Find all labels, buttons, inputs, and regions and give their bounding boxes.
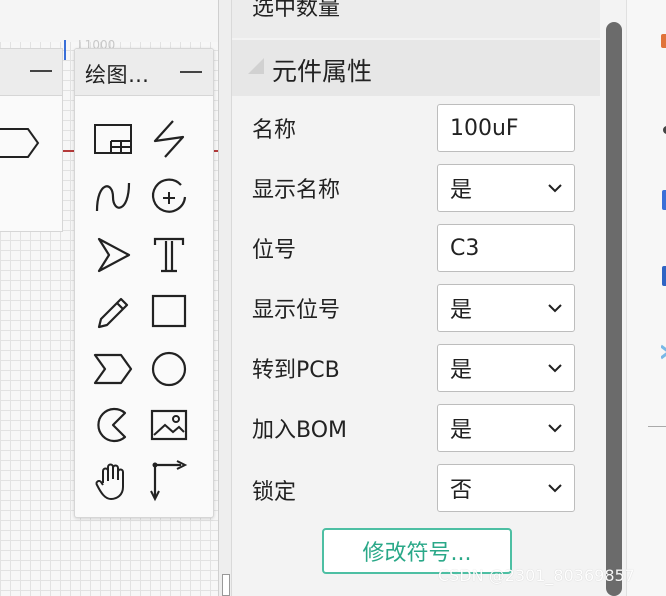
show-name-label: 显示名称 [252, 178, 341, 203]
add-to-bom-select[interactable]: 是 [437, 404, 575, 452]
curve-tool[interactable] [91, 175, 135, 219]
rectangle-icon [151, 294, 187, 328]
name-input[interactable]: 100uF [437, 104, 575, 152]
wire-segment[interactable] [62, 150, 74, 152]
pie-tool[interactable] [91, 403, 135, 447]
table-icon [94, 124, 132, 154]
chevron-down-icon [548, 424, 562, 433]
chevron-down-icon [548, 484, 562, 493]
splitter-border [218, 0, 219, 596]
designator-value: C3 [450, 235, 480, 261]
component-properties-header[interactable]: 元件属性 [232, 40, 600, 96]
toolbar-icon[interactable] [661, 344, 666, 360]
watermark: CSDN @2301_80369857 [438, 566, 635, 585]
table-tool[interactable] [91, 117, 135, 161]
convert-to-pcb-label: 转到PCB [252, 358, 340, 383]
canvas-toolbar-area [0, 0, 218, 42]
pencil-icon [97, 297, 129, 329]
name-label: 名称 [252, 118, 297, 143]
toolbar-icon[interactable] [661, 30, 666, 52]
circle-tool[interactable] [147, 347, 191, 391]
designator-label: 位号 [252, 238, 297, 263]
curve-icon [95, 182, 131, 212]
convert-to-pcb-value: 是 [450, 358, 473, 383]
properties-scrollbar-thumb[interactable] [606, 22, 622, 596]
selection-count-label: 选中数量 [252, 0, 341, 21]
image-tool[interactable] [147, 403, 191, 447]
collapse-triangle-icon [248, 58, 264, 74]
drawing-tools-panel: 绘图… [74, 48, 214, 518]
toolbar-icon[interactable] [661, 264, 666, 288]
convert-to-pcb-select[interactable]: 是 [437, 344, 575, 392]
circle-icon [151, 351, 187, 387]
right-side-strip [626, 0, 666, 596]
drawing-panel-header: 绘图… [75, 49, 213, 96]
add-to-bom-value: 是 [450, 418, 473, 443]
lock-label: 锁定 [252, 480, 297, 505]
hand-tool[interactable] [91, 459, 135, 503]
selection-count-row: 选中数量 1 [232, 0, 600, 38]
designator-input[interactable]: C3 [437, 224, 575, 272]
splitter-handle[interactable] [222, 574, 230, 596]
name-value: 100uF [450, 115, 519, 141]
add-circle-icon [151, 178, 187, 213]
minimize-icon[interactable] [180, 71, 202, 73]
toolbar-icon[interactable] [661, 188, 666, 212]
add-to-bom-label: 加入BOM [252, 418, 348, 443]
pencil-tool[interactable] [91, 289, 135, 333]
ruler-marker [64, 40, 66, 60]
left-dock-panel [0, 48, 63, 232]
text-icon [153, 237, 185, 273]
rectangle-tool[interactable] [147, 289, 191, 333]
minimize-icon[interactable] [30, 70, 52, 72]
text-tool[interactable] [147, 233, 191, 277]
show-designator-value: 是 [450, 298, 473, 323]
show-name-value: 是 [450, 178, 473, 203]
show-designator-label: 显示位号 [252, 298, 341, 323]
toolbar-icon[interactable] [661, 120, 666, 140]
chevron-down-icon [548, 304, 562, 313]
show-designator-select[interactable]: 是 [437, 284, 575, 332]
chevron-down-icon [548, 364, 562, 373]
section-title: 元件属性 [272, 57, 373, 86]
chevron-shape-tool[interactable] [91, 347, 135, 391]
line-icon [153, 120, 185, 158]
hand-icon [95, 463, 124, 500]
show-name-select[interactable]: 是 [437, 164, 575, 212]
chevron-shape-icon [93, 353, 133, 385]
panel-splitter[interactable] [218, 0, 232, 596]
left-dock-header [0, 49, 62, 96]
tag-shape-icon[interactable] [0, 127, 40, 161]
strip-divider [648, 426, 666, 427]
arrow-icon [97, 237, 131, 273]
polyline-tool[interactable] [147, 459, 191, 503]
selection-count-value: 1 [392, 0, 405, 4]
line-tool[interactable] [147, 117, 191, 161]
polyline-icon [150, 460, 188, 502]
drawing-panel-title: 绘图… [85, 63, 150, 87]
add-circle-tool[interactable] [147, 175, 191, 219]
arrow-tool[interactable] [91, 233, 135, 277]
properties-panel: 选中数量 1 元件属性 名称 100uF 显示名称 是 位号 C3 显示位号 是… [232, 0, 602, 596]
image-icon [150, 409, 188, 441]
chevron-down-icon [548, 184, 562, 193]
lock-value: 否 [450, 478, 473, 503]
pie-icon [97, 407, 127, 443]
lock-select[interactable]: 否 [437, 464, 575, 512]
